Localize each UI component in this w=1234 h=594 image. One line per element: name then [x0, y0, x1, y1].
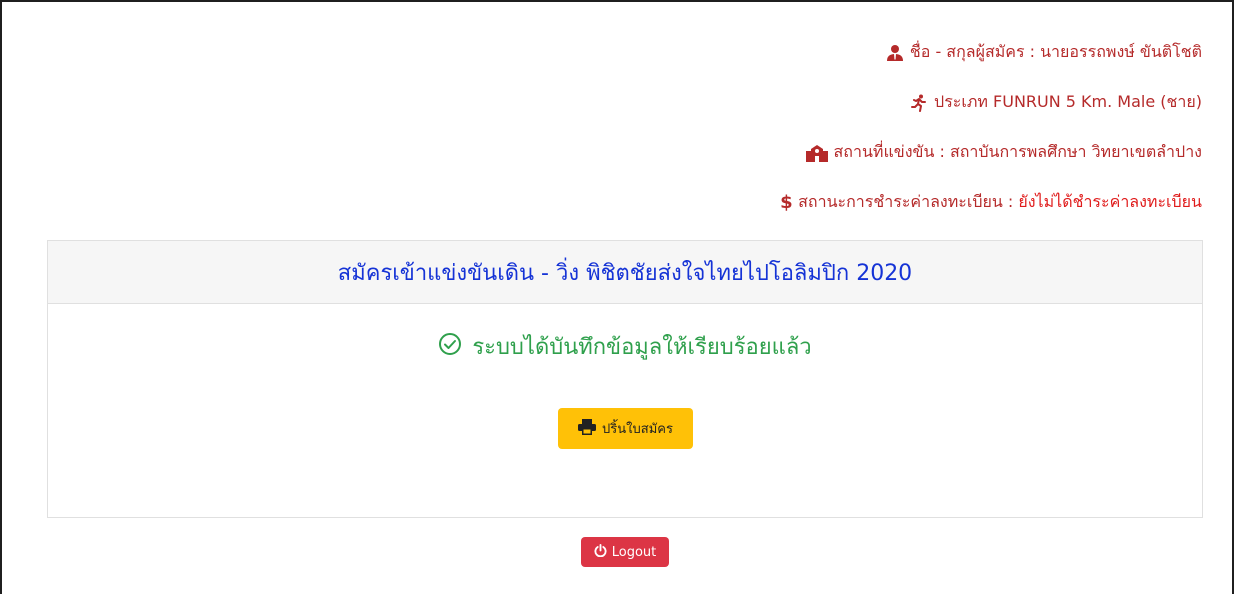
venue-row: สถานที่แข่งขัน : สถาบันการพลศึกษา วิทยาเ… [805, 140, 1202, 165]
power-icon [594, 543, 607, 561]
payment-status: ยังไม่ได้ชำระค่าลงทะเบียน [1018, 192, 1202, 211]
success-message: ระบบได้บันทึกข้อมูลให้เรียบร้อยแล้ว [472, 335, 812, 360]
card-header: สมัครเข้าแข่งขันเดิน - วิ่ง พิชิตชัยส่งใ… [48, 241, 1202, 304]
success-message-row: ระบบได้บันทึกข้อมูลให้เรียบร้อยแล้ว [48, 329, 1202, 364]
school-building-icon [805, 144, 828, 162]
applicant-name-text: ชื่อ - สกุลผู้สมัคร : นายอรรถพงษ์ ขันติโ… [909, 42, 1202, 61]
payment-row: $ สถานะการชำระค่าลงทะเบียน : ยังไม่ได้ชำ… [780, 190, 1202, 215]
race-type-row: ประเภท FUNRUN 5 Km. Male (ชาย) [910, 90, 1202, 115]
print-button-label: ปริ้นใบสมัคร [602, 422, 673, 437]
dollar-icon: $ [780, 191, 793, 213]
print-application-button[interactable]: ปริ้นใบสมัคร [558, 408, 693, 449]
user-tie-icon [886, 44, 904, 62]
running-icon [910, 94, 928, 112]
payment-label: สถานะการชำระค่าลงทะเบียน : [798, 192, 1019, 211]
venue-text: สถานที่แข่งขัน : สถาบันการพลศึกษา วิทยาเ… [833, 142, 1202, 161]
logout-label: Logout [611, 544, 657, 560]
logout-button[interactable]: Logout [581, 537, 669, 567]
registration-card: สมัครเข้าแข่งขันเดิน - วิ่ง พิชิตชัยส่งใ… [47, 240, 1203, 518]
race-type-text: ประเภท FUNRUN 5 Km. Male (ชาย) [934, 92, 1202, 111]
applicant-name-row: ชื่อ - สกุลผู้สมัคร : นายอรรถพงษ์ ขันติโ… [886, 40, 1202, 65]
card-title: สมัครเข้าแข่งขันเดิน - วิ่ง พิชิตชัยส่งใ… [337, 260, 913, 286]
print-icon [578, 418, 597, 439]
check-circle-icon [438, 332, 462, 362]
